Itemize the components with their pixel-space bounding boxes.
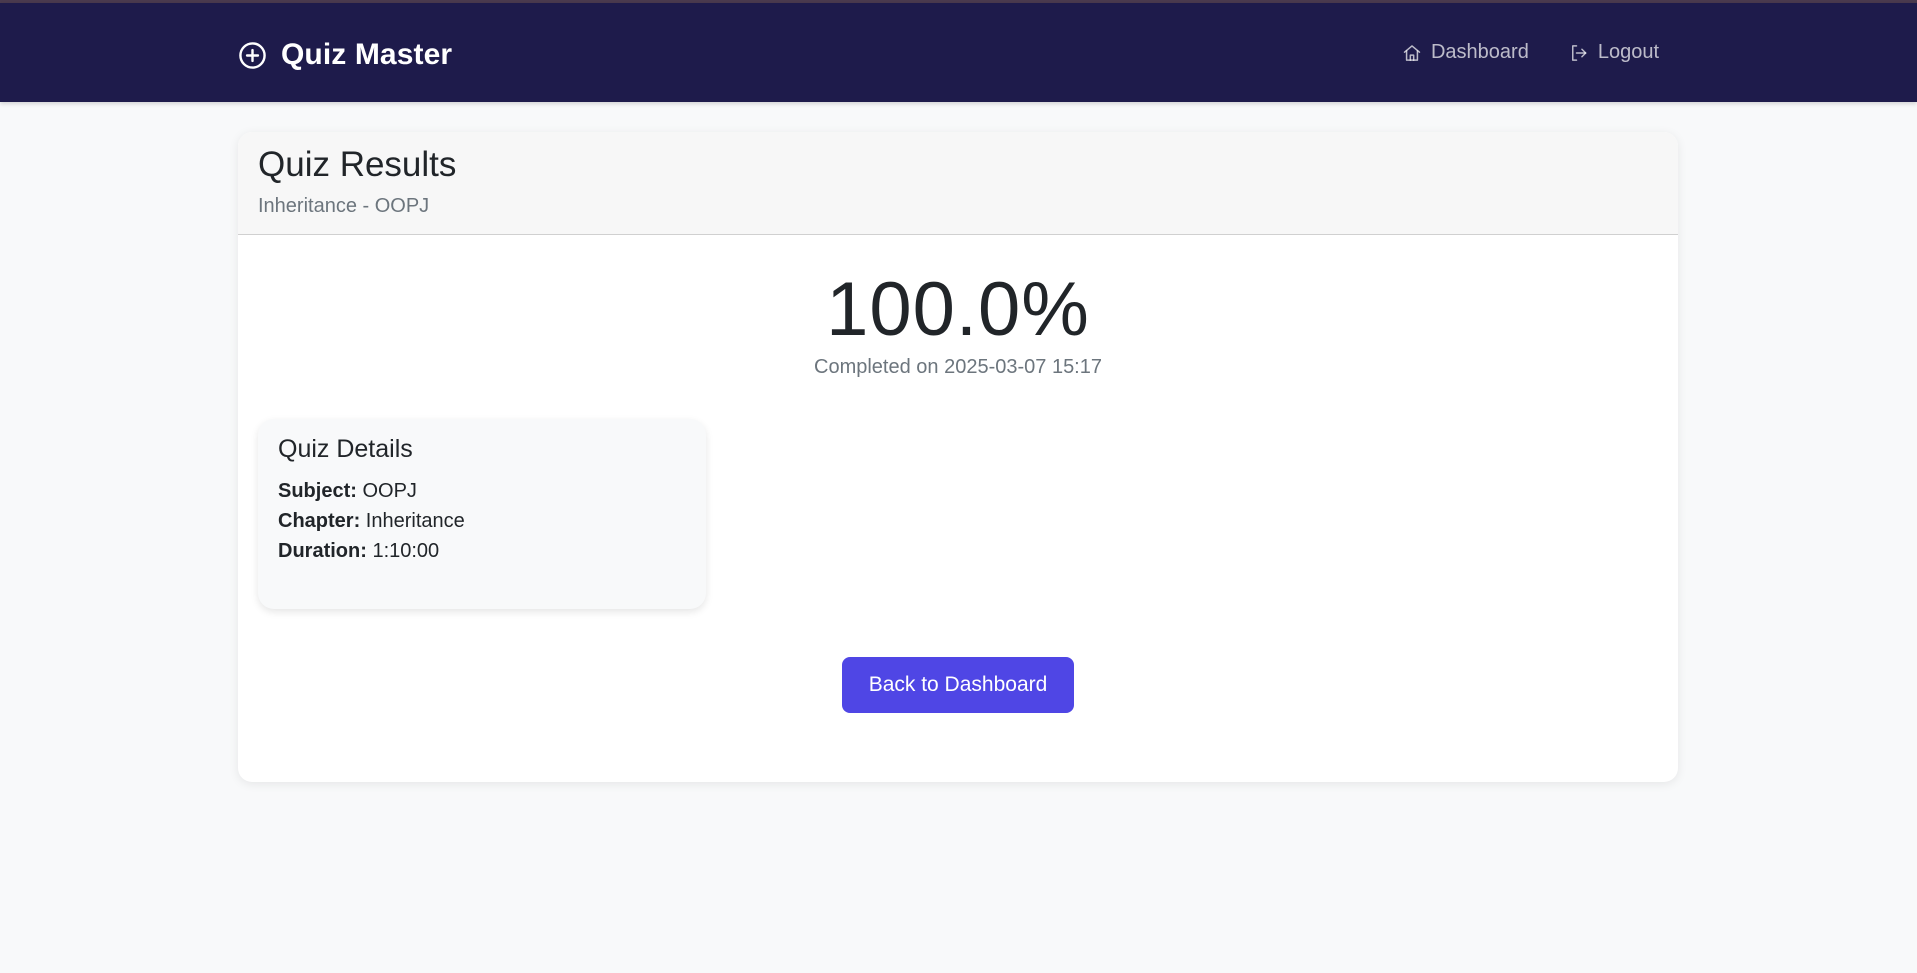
brand-link[interactable]: Quiz Master (238, 37, 452, 73)
nav-logout-link[interactable]: Logout (1569, 41, 1659, 64)
back-to-dashboard-button[interactable]: Back to Dashboard (842, 657, 1074, 713)
quiz-subtitle: Inheritance - OOPJ (258, 194, 430, 217)
detail-duration: Duration: 1:10:00 (278, 536, 686, 566)
nav-dashboard-link[interactable]: Dashboard (1402, 41, 1529, 64)
logout-icon (1571, 44, 1587, 61)
page-title: Quiz Results (258, 145, 457, 184)
detail-chapter-label: Chapter: (278, 510, 361, 532)
quiz-details-card: Quiz Details Subject: OOPJ Chapter: Inhe… (258, 419, 706, 609)
detail-chapter: Chapter: Inheritance (278, 506, 686, 536)
completed-timestamp: Completed on 2025-03-07 15:17 (814, 356, 1102, 378)
home-icon (1403, 44, 1421, 61)
brand-name: Quiz Master (281, 38, 453, 71)
nav-dashboard-label: Dashboard (1430, 41, 1529, 63)
detail-subject-label: Subject: (278, 480, 357, 502)
nav-links: Dashboard Logout (1402, 41, 1659, 64)
score-block: 100.0% Completed on 2025-03-07 15:17 (238, 272, 1678, 379)
nav-logout-label: Logout (1597, 41, 1659, 63)
navbar: Quiz Master Dashboard Logout (0, 3, 1917, 102)
quiz-details-title: Quiz Details (278, 435, 413, 463)
results-card-header: Quiz Results Inheritance - OOPJ (238, 132, 1678, 235)
score-percentage: 100.0% (826, 267, 1090, 352)
detail-chapter-value: Inheritance (365, 510, 465, 532)
results-card: Quiz Results Inheritance - OOPJ 100.0% C… (238, 132, 1678, 782)
detail-subject-value: OOPJ (362, 480, 417, 502)
detail-duration-value: 1:10:00 (372, 540, 440, 562)
detail-subject: Subject: OOPJ (278, 476, 686, 506)
detail-duration-label: Duration: (278, 540, 367, 562)
plus-circle-icon (239, 41, 266, 69)
